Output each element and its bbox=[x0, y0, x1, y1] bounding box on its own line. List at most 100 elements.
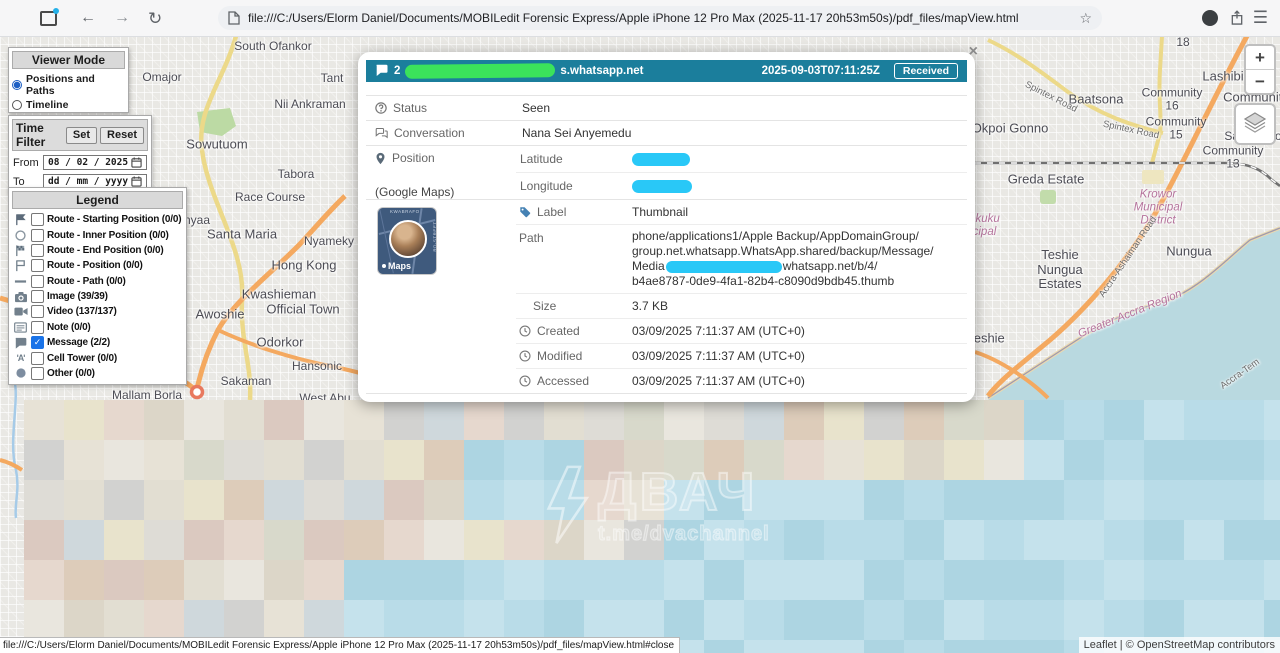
pixel-block bbox=[144, 480, 185, 521]
forward-button[interactable]: → bbox=[114, 10, 130, 26]
attachment-row: KWABRAFO RD-STREET Maps Label Thumbnail bbox=[366, 199, 967, 393]
pixel-block bbox=[864, 440, 905, 481]
pixel-block bbox=[1024, 520, 1065, 561]
legend-checkbox[interactable] bbox=[31, 367, 44, 380]
pixel-block bbox=[1064, 480, 1105, 521]
pixel-block bbox=[464, 440, 505, 481]
pixel-block bbox=[1224, 400, 1265, 441]
refresh-button[interactable]: ↻ bbox=[148, 10, 162, 27]
zoom-in-button[interactable]: + bbox=[1246, 46, 1274, 69]
legend-checkbox[interactable] bbox=[31, 336, 44, 349]
legend-checkbox[interactable] bbox=[31, 259, 44, 272]
zoom-out-button[interactable]: − bbox=[1246, 69, 1274, 93]
pixel-block bbox=[944, 480, 985, 521]
legend-row: Route - Position (0/0) bbox=[9, 258, 186, 273]
layers-control[interactable] bbox=[1234, 103, 1276, 145]
tab-icon[interactable] bbox=[40, 11, 57, 26]
pixel-block bbox=[1224, 440, 1265, 481]
received-badge: Received bbox=[894, 63, 958, 79]
viewer-mode-option[interactable]: Positions and Paths bbox=[9, 72, 128, 98]
map-label: Nii Ankraman bbox=[274, 97, 345, 111]
pixel-block bbox=[784, 400, 825, 441]
pixel-block bbox=[344, 600, 385, 641]
legend-checkbox[interactable] bbox=[31, 229, 44, 242]
conversation-value: Nana Sei Anyemedu bbox=[516, 121, 967, 145]
pixel-block bbox=[304, 520, 345, 561]
map-label: Nyameky bbox=[304, 234, 354, 248]
profile-avatar[interactable] bbox=[1202, 10, 1218, 26]
legend-checkbox[interactable] bbox=[31, 275, 44, 288]
legend-row: Route - Path (0/0) bbox=[9, 274, 186, 289]
pixel-block bbox=[864, 400, 905, 441]
map-label: Community 16 bbox=[1134, 87, 1210, 114]
pixel-block bbox=[1104, 560, 1145, 601]
reset-button[interactable]: Reset bbox=[100, 127, 144, 144]
google-maps-link[interactable]: (Google Maps) bbox=[375, 185, 454, 199]
address-bar[interactable]: file:///C:/Users/Elorm Daniel/Documents/… bbox=[218, 6, 1102, 30]
from-date-input[interactable]: 08 / 02 / 2025 bbox=[43, 155, 147, 170]
pixel-block bbox=[1184, 480, 1225, 521]
layers-icon bbox=[1243, 110, 1267, 139]
legend-label: Route - End Position (0/0) bbox=[47, 245, 163, 256]
size-row: Size 3.7 KB bbox=[516, 293, 967, 318]
pixel-block bbox=[704, 640, 745, 653]
map-attribution[interactable]: Leaflet | © OpenStreetMap contributors bbox=[1079, 637, 1280, 653]
legend-checkbox[interactable] bbox=[31, 244, 44, 257]
legend-checkbox[interactable] bbox=[31, 213, 44, 226]
modified-row: Modified 03/09/2025 7:11:37 AM (UTC+0) bbox=[516, 343, 967, 368]
share-icon[interactable] bbox=[1230, 10, 1244, 30]
pixel-block bbox=[224, 440, 265, 481]
back-button[interactable]: ← bbox=[80, 10, 96, 26]
menu-icon[interactable]: ☰ bbox=[1253, 8, 1268, 28]
pixel-block bbox=[24, 480, 65, 521]
position-row: Position (Google Maps) Latitude Longitud… bbox=[366, 145, 967, 199]
pixel-block bbox=[1184, 600, 1225, 641]
clock-icon bbox=[519, 325, 531, 337]
legend-label: Route - Inner Position (0/0) bbox=[47, 230, 169, 241]
pixel-block bbox=[744, 600, 785, 641]
page-icon bbox=[228, 11, 240, 25]
pixel-block bbox=[464, 400, 505, 441]
pixel-block bbox=[944, 520, 985, 561]
accessed-value: 03/09/2025 7:11:37 AM (UTC+0) bbox=[628, 370, 967, 392]
pixel-block bbox=[944, 640, 985, 653]
attachment-thumbnail[interactable]: KWABRAFO RD-STREET Maps bbox=[377, 207, 437, 275]
pixel-block bbox=[864, 640, 905, 653]
pixel-block bbox=[144, 600, 185, 641]
pixel-block bbox=[344, 560, 385, 601]
pixel-block bbox=[504, 560, 545, 601]
pixel-block bbox=[104, 400, 145, 441]
pixel-block bbox=[904, 520, 945, 561]
pixel-block bbox=[984, 640, 1025, 653]
map-label: South Ofankor bbox=[234, 39, 311, 53]
legend-checkbox[interactable] bbox=[31, 305, 44, 318]
camera-icon bbox=[13, 290, 28, 303]
pixel-block bbox=[824, 600, 865, 641]
pixel-block bbox=[224, 560, 265, 601]
legend-checkbox[interactable] bbox=[31, 290, 44, 303]
radio-icon[interactable] bbox=[12, 100, 22, 110]
zoom-control: + − bbox=[1244, 44, 1276, 95]
favorite-star-icon[interactable]: ☆ bbox=[1079, 10, 1092, 27]
pixel-block bbox=[224, 480, 265, 521]
viewer-mode-option[interactable]: Timeline bbox=[9, 98, 128, 112]
redaction-cyan-longitude bbox=[632, 180, 692, 193]
set-button[interactable]: Set bbox=[66, 127, 97, 144]
video-icon bbox=[13, 305, 28, 318]
legend-checkbox[interactable] bbox=[31, 352, 44, 365]
status-row: Status Seen bbox=[366, 95, 967, 120]
legend-checkbox[interactable] bbox=[31, 321, 44, 334]
pixel-block bbox=[544, 520, 585, 561]
popup-close-button[interactable]: × bbox=[969, 43, 978, 61]
calendar-icon bbox=[131, 176, 142, 187]
pixel-block bbox=[464, 560, 505, 601]
pixel-block bbox=[24, 560, 65, 601]
pixel-block bbox=[744, 560, 785, 601]
pixel-block bbox=[344, 480, 385, 521]
radio-icon[interactable] bbox=[12, 80, 22, 90]
pixel-block bbox=[64, 520, 105, 561]
pixel-block bbox=[1104, 600, 1145, 641]
legend-label: Video (137/137) bbox=[47, 306, 117, 317]
clock-icon bbox=[519, 350, 531, 362]
viewer-mode-title: Viewer Mode bbox=[12, 51, 125, 69]
